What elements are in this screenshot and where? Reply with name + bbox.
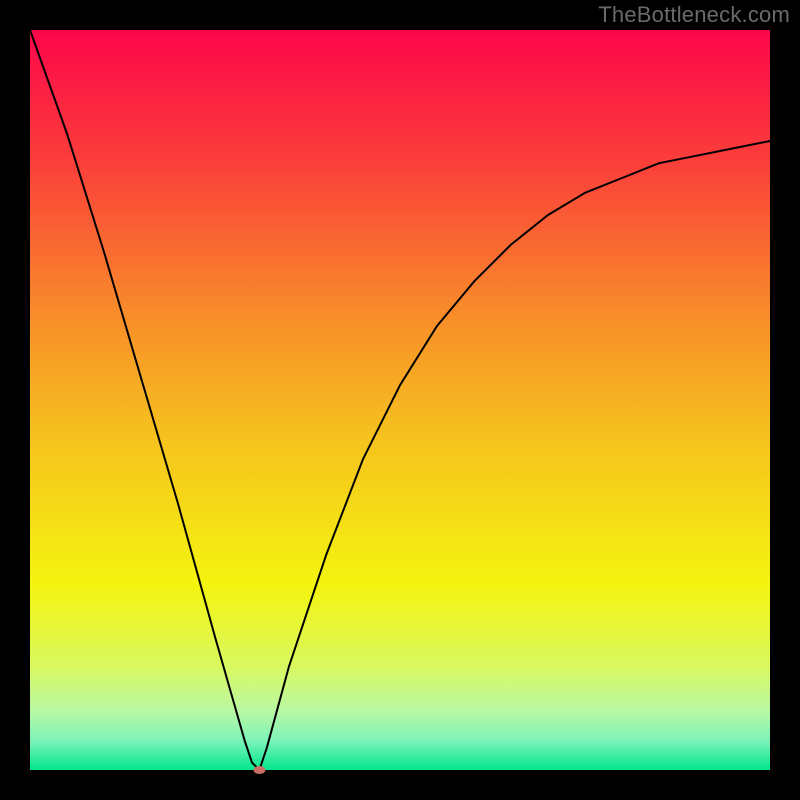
plot-background bbox=[30, 30, 770, 770]
marker-optimal-point bbox=[253, 766, 265, 774]
watermark-text: TheBottleneck.com bbox=[598, 2, 790, 28]
chart-frame: TheBottleneck.com bbox=[0, 0, 800, 800]
chart-svg bbox=[0, 0, 800, 800]
